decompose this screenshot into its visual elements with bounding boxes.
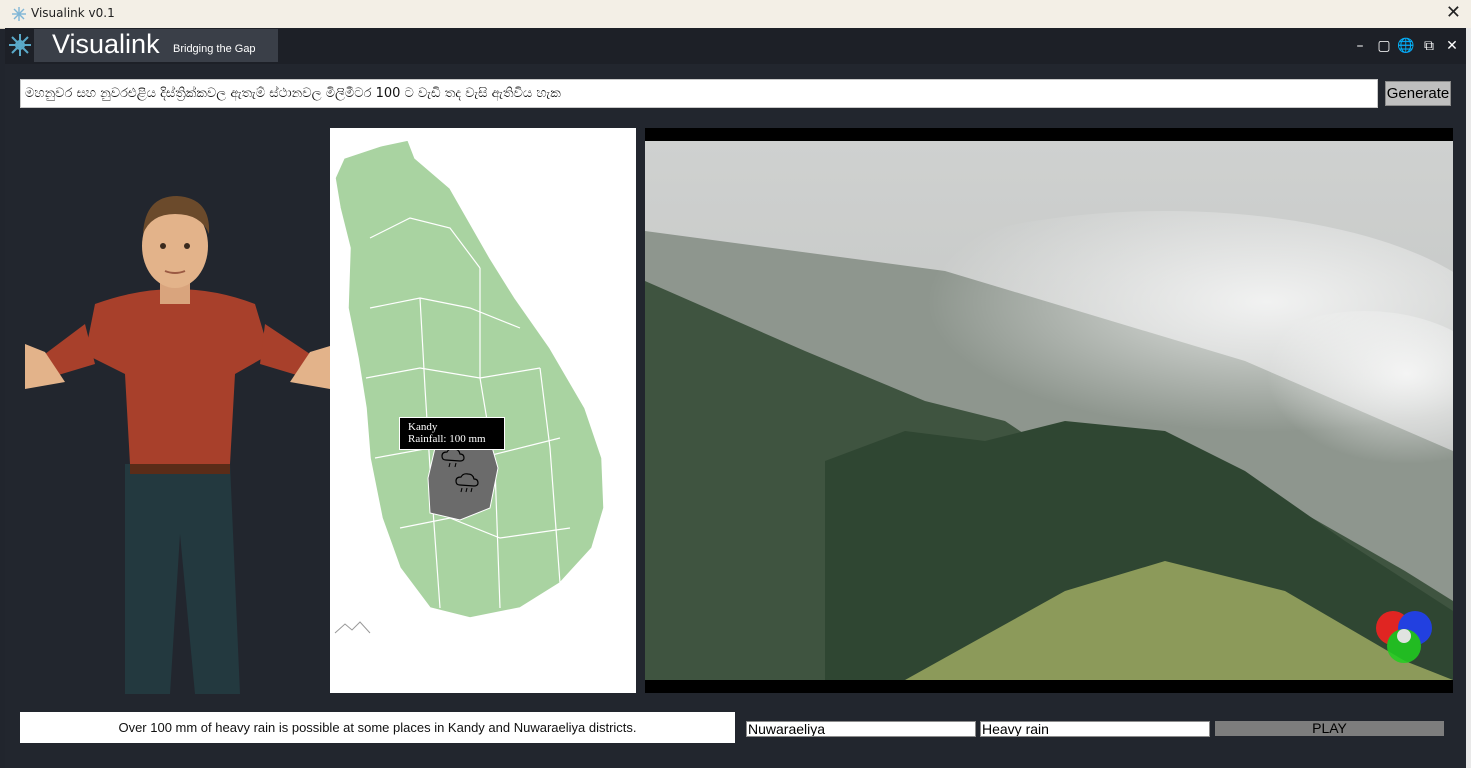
condition-field[interactable] — [980, 721, 1210, 737]
window-titlebar: Visualink v0.1 ✕ — [0, 0, 1471, 29]
window-title: Visualink v0.1 — [31, 6, 115, 20]
window-edge — [1466, 28, 1471, 768]
map-graphic — [334, 139, 605, 634]
sri-lanka-rainfall-map[interactable]: Kandy Rainfall: 100 mm — [330, 128, 636, 693]
restore-icon[interactable]: ⧉ — [1420, 37, 1438, 55]
brand-name: Visualink — [52, 29, 160, 59]
caption-text: Over 100 mm of heavy rain is possible at… — [20, 712, 735, 743]
video-player[interactable] — [645, 128, 1453, 693]
maximize-icon[interactable]: ▢ — [1375, 37, 1393, 55]
location-field[interactable] — [746, 721, 976, 737]
window-close-button[interactable]: ✕ — [1446, 2, 1461, 24]
highlighted-districts[interactable] — [427, 439, 499, 521]
play-button[interactable]: PLAY — [1215, 721, 1444, 736]
island-landmass — [334, 139, 605, 619]
video-frame — [645, 141, 1453, 680]
brand: Visualink Bridging the Gap — [34, 29, 278, 62]
globe-icon[interactable]: 🌐 — [1397, 37, 1415, 55]
close-icon[interactable]: ✕ — [1443, 37, 1461, 55]
snowflake-icon — [9, 34, 31, 56]
generate-button[interactable]: Generate — [1385, 81, 1451, 106]
tooltip-rainfall: Rainfall: 100 mm — [408, 433, 486, 445]
app-window: Visualink Bridging the Gap – ▢ 🌐 ⧉ ✕ Gen… — [5, 28, 1466, 768]
minimize-icon[interactable]: – — [1351, 37, 1369, 55]
map-tooltip: Kandy Rainfall: 100 mm — [399, 417, 505, 450]
sinhala-text-input[interactable] — [20, 79, 1378, 108]
snowflake-icon — [12, 7, 26, 21]
sign-language-avatar — [25, 196, 330, 694]
map-scale-icon — [334, 621, 371, 634]
tooltip-district: Kandy — [408, 421, 438, 433]
brand-tagline: Bridging the Gap — [173, 43, 256, 55]
app-header: Visualink Bridging the Gap – ▢ 🌐 ⧉ ✕ — [5, 28, 1466, 64]
